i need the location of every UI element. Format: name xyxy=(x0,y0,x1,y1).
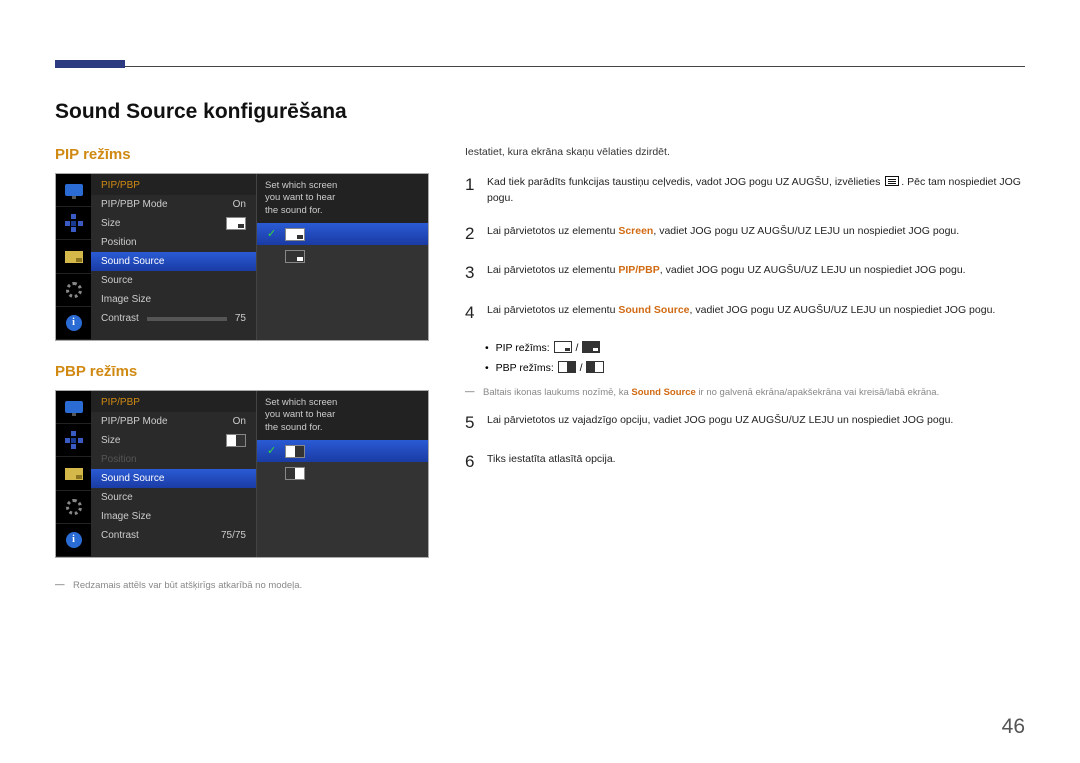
option-sub-screen[interactable] xyxy=(257,245,428,267)
pbp-right-icon xyxy=(586,361,604,373)
menu-item-source[interactable]: Source xyxy=(91,488,256,507)
menu-item-image-size[interactable]: Image Size xyxy=(91,290,256,309)
menu-item-image-size[interactable]: Image Size xyxy=(91,507,256,526)
menu-item-position[interactable]: Position xyxy=(91,233,256,252)
pip-main-icon xyxy=(554,341,572,353)
menu-item-contrast[interactable]: Contrast75/75 xyxy=(91,526,256,545)
step-number: 5 xyxy=(465,410,487,436)
step-4: 4 Lai pārvietotos uz elementu Sound Sour… xyxy=(465,300,1025,326)
check-icon xyxy=(267,468,277,478)
osd-pbp: i PIP/PBP PIP/PBP ModeOn Size Position S… xyxy=(55,390,429,558)
osd-menu: PIP/PBP PIP/PBP ModeOn Size Position Sou… xyxy=(91,174,256,340)
menu-item-contrast[interactable]: Contrast75 xyxy=(91,309,256,328)
step-5: 5 Lai pārvietotos uz vajadzīgo opciju, v… xyxy=(465,410,1025,436)
step-number: 6 xyxy=(465,449,487,475)
pip-main-icon xyxy=(285,228,305,241)
menu-item-mode[interactable]: PIP/PBP ModeOn xyxy=(91,195,256,214)
osd-side-panel: Set which screen you want to hear the so… xyxy=(256,174,428,340)
step-number: 2 xyxy=(465,221,487,247)
page-title: Sound Source konfigurēšana xyxy=(55,100,1025,124)
menu-item-sound-source[interactable]: Sound Source xyxy=(91,252,256,271)
step-3: 3 Lai pārvietotos uz elementu PIP/PBP, v… xyxy=(465,260,1025,286)
intro-text: Iestatiet, kura ekrāna skaņu vēlaties dz… xyxy=(465,146,1025,158)
size-icon xyxy=(226,217,246,230)
option-left-screen[interactable] xyxy=(257,440,428,462)
menu-item-source[interactable]: Source xyxy=(91,271,256,290)
osd-menu-title: PIP/PBP xyxy=(91,391,256,412)
osd-nav-icons: i xyxy=(56,391,91,557)
nav-icon-dpad[interactable] xyxy=(56,207,91,240)
page-marker xyxy=(55,60,125,68)
icon-hint: Baltais ikonas laukums nozīmē, ka Sound … xyxy=(465,387,1025,398)
osd-menu: PIP/PBP PIP/PBP ModeOn Size Position Sou… xyxy=(91,391,256,557)
pbp-mode-label: PBP režīms xyxy=(55,363,445,380)
nav-icon-info[interactable]: i xyxy=(56,524,91,557)
check-icon xyxy=(267,251,277,261)
mode-icons-list: PIP režīms: / PBP režīms: / xyxy=(485,339,1025,379)
pbp-left-icon xyxy=(285,445,305,458)
size-icon xyxy=(226,434,246,447)
image-disclaimer: Redzamais attēls var būt atšķirīgs atkar… xyxy=(55,580,445,591)
option-right-screen[interactable] xyxy=(257,462,428,484)
nav-icon-picture[interactable] xyxy=(56,174,91,207)
menu-item-size[interactable]: Size xyxy=(91,214,256,233)
menu-icon xyxy=(885,176,899,186)
nav-icon-pip[interactable] xyxy=(56,457,91,490)
menu-item-position: Position xyxy=(91,450,256,469)
menu-item-size[interactable]: Size xyxy=(91,431,256,450)
osd-description: Set which screen you want to hear the so… xyxy=(257,391,428,440)
nav-icon-dpad[interactable] xyxy=(56,424,91,457)
menu-item-sound-source[interactable]: Sound Source xyxy=(91,469,256,488)
pip-sub-icon xyxy=(582,341,600,353)
osd-side-panel: Set which screen you want to hear the so… xyxy=(256,391,428,557)
check-icon xyxy=(267,446,277,456)
pbp-right-icon xyxy=(285,467,305,480)
contrast-slider[interactable] xyxy=(147,317,227,321)
osd-menu-title: PIP/PBP xyxy=(91,174,256,195)
step-number: 4 xyxy=(465,300,487,326)
pip-sub-icon xyxy=(285,250,305,263)
menu-item-mode[interactable]: PIP/PBP ModeOn xyxy=(91,412,256,431)
nav-icon-pip[interactable] xyxy=(56,240,91,273)
check-icon xyxy=(267,229,277,239)
osd-pip: i PIP/PBP PIP/PBP ModeOn Size Position S… xyxy=(55,173,429,341)
page-rule xyxy=(55,66,1025,67)
nav-icon-settings[interactable] xyxy=(56,491,91,524)
step-number: 1 xyxy=(465,172,487,198)
nav-icon-picture[interactable] xyxy=(56,391,91,424)
page-number: 46 xyxy=(1002,715,1025,739)
pbp-left-icon xyxy=(558,361,576,373)
osd-description: Set which screen you want to hear the so… xyxy=(257,174,428,223)
step-6: 6 Tiks iestatīta atlasītā opcija. xyxy=(465,449,1025,475)
nav-icon-settings[interactable] xyxy=(56,274,91,307)
step-number: 3 xyxy=(465,260,487,286)
nav-icon-info[interactable]: i xyxy=(56,307,91,340)
option-main-screen[interactable] xyxy=(257,223,428,245)
step-2: 2 Lai pārvietotos uz elementu Screen, va… xyxy=(465,221,1025,247)
pip-mode-label: PIP režīms xyxy=(55,146,445,163)
osd-nav-icons: i xyxy=(56,174,91,340)
step-1: 1 Kad tiek parādīts funkcijas taustiņu c… xyxy=(465,172,1025,207)
